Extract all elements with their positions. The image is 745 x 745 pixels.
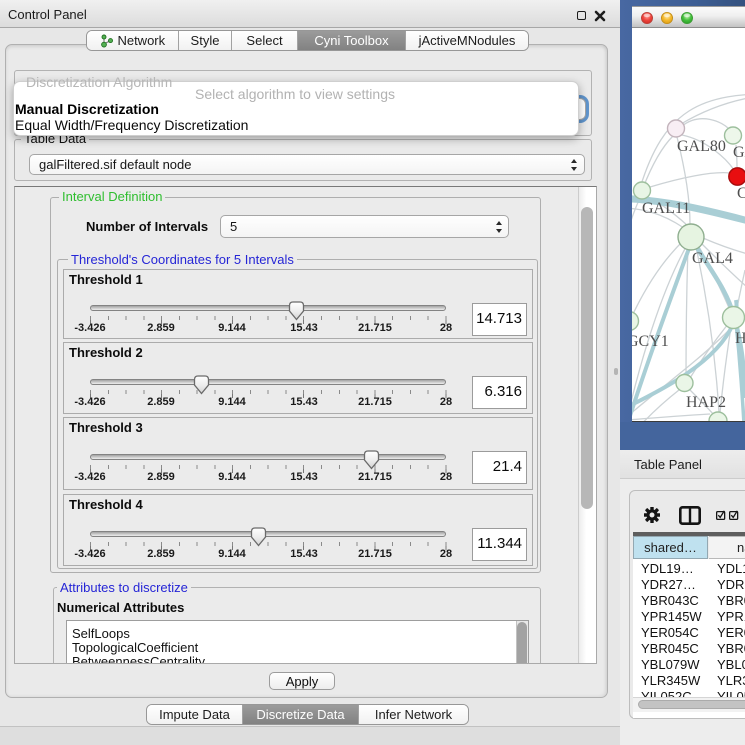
svg-text:GAL11: GAL11 <box>642 200 690 217</box>
svg-text:HIS4: HIS4 <box>735 330 745 347</box>
svg-text:GAL4: GAL4 <box>692 250 733 267</box>
svg-text:HAP2: HAP2 <box>686 394 726 411</box>
svg-text:GAL80: GAL80 <box>677 138 726 155</box>
svg-text:GCY1: GCY1 <box>632 333 669 350</box>
svg-text:CD36: CD36 <box>737 185 745 202</box>
svg-text:GAL1: GAL1 <box>733 144 745 161</box>
